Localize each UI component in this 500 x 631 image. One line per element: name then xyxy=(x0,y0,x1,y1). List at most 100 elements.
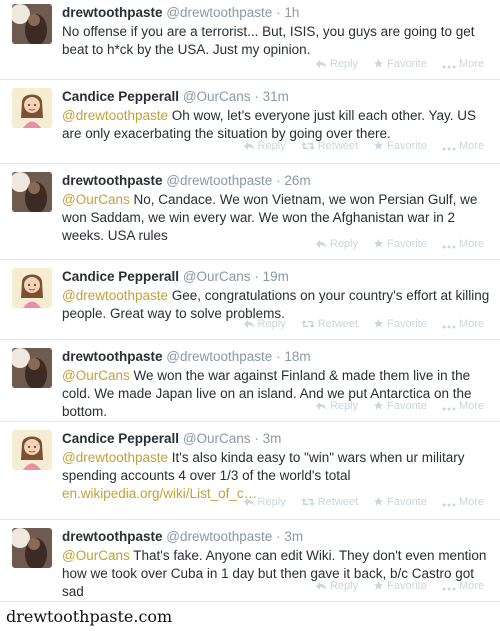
user-handle[interactable]: @OurCans xyxy=(183,269,251,284)
user-handle[interactable]: @drewtoothpaste xyxy=(166,173,272,188)
reply-label: Reply xyxy=(257,140,286,152)
timestamp[interactable]: 31m xyxy=(263,89,289,104)
mention-link[interactable]: @drewtoothpaste xyxy=(62,108,168,123)
avatar-ourcans[interactable] xyxy=(12,88,52,128)
reply-icon xyxy=(315,582,326,590)
tweet: drewtoothpaste @drewtoothpaste · 3m @Our… xyxy=(0,520,500,602)
avatar-drewtoothpaste[interactable] xyxy=(12,348,52,388)
reply-button[interactable]: Reply xyxy=(243,140,286,152)
timestamp[interactable]: 26m xyxy=(284,173,310,188)
user-handle[interactable]: @drewtoothpaste xyxy=(166,5,272,20)
reply-button[interactable]: Reply xyxy=(243,318,286,330)
favorite-label: Favorite xyxy=(387,580,427,592)
reply-button[interactable]: Reply xyxy=(315,238,358,250)
mention-link[interactable]: @drewtoothpaste xyxy=(62,450,168,465)
display-name[interactable]: drewtoothpaste xyxy=(62,529,163,544)
retweet-label: Retweet xyxy=(317,496,359,508)
reply-icon xyxy=(315,60,326,68)
favorite-label: Favorite xyxy=(387,140,427,152)
favorite-label: Favorite xyxy=(387,238,427,250)
reply-label: Reply xyxy=(257,496,286,508)
display-name[interactable]: Candice Pepperall xyxy=(62,431,179,446)
mention-link[interactable]: @OurCans xyxy=(62,368,130,383)
user-handle[interactable]: @drewtoothpaste xyxy=(166,529,272,544)
mention-link[interactable]: @OurCans xyxy=(62,548,130,563)
more-button[interactable]: More xyxy=(442,318,484,330)
avatar-drewtoothpaste[interactable] xyxy=(12,4,52,44)
timestamp[interactable]: 19m xyxy=(263,269,289,284)
reply-button[interactable]: Reply xyxy=(315,58,358,70)
tweet-header: Candice Pepperall @OurCans · 31m xyxy=(62,88,492,105)
more-button[interactable]: More xyxy=(442,400,484,412)
more-dots-icon xyxy=(442,245,456,249)
tweet-header: Candice Pepperall @OurCans · 3m xyxy=(62,430,492,447)
reply-button[interactable]: Reply xyxy=(315,400,358,412)
tweet-content: drewtoothpaste @drewtoothpaste · 1h No o… xyxy=(62,4,492,59)
tweet-header: Candice Pepperall @OurCans · 19m xyxy=(62,268,492,285)
site-watermark: drewtoothpaste.com xyxy=(6,607,173,626)
user-handle[interactable]: @OurCans xyxy=(183,89,251,104)
star-icon xyxy=(374,58,384,68)
favorite-button[interactable]: Favorite xyxy=(373,58,427,70)
more-label: More xyxy=(458,318,484,330)
retweet-button[interactable]: Retweet xyxy=(300,318,358,330)
favorite-button[interactable]: Favorite xyxy=(373,400,427,412)
more-button[interactable]: More xyxy=(442,58,484,70)
avatar-ourcans[interactable] xyxy=(12,430,52,470)
user-handle[interactable]: @drewtoothpaste xyxy=(166,349,272,364)
reply-icon xyxy=(315,240,326,248)
display-name[interactable]: Candice Pepperall xyxy=(62,89,179,104)
more-dots-icon xyxy=(442,503,456,507)
timestamp[interactable]: 18m xyxy=(284,349,310,364)
retweet-button[interactable]: Retweet xyxy=(300,496,359,508)
tweet-actions: Reply Favorite More xyxy=(303,580,484,592)
avatar-ourcans[interactable] xyxy=(12,268,52,308)
favorite-button[interactable]: Favorite xyxy=(373,238,427,250)
retweet-icon xyxy=(300,320,315,328)
separator-dot: · xyxy=(276,173,281,188)
more-button[interactable]: More xyxy=(442,496,484,508)
more-label: More xyxy=(458,140,484,152)
star-icon xyxy=(374,238,384,248)
tweet-text: @drewtoothpaste Oh wow, let's everyone j… xyxy=(62,107,492,143)
more-button[interactable]: More xyxy=(442,580,484,592)
favorite-button[interactable]: Favorite xyxy=(373,580,427,592)
separator-dot: · xyxy=(254,269,259,284)
reply-button[interactable]: Reply xyxy=(243,496,286,508)
retweet-icon xyxy=(300,142,315,150)
mention-link[interactable]: @drewtoothpaste xyxy=(62,288,168,303)
favorite-label: Favorite xyxy=(387,318,427,330)
avatar-drewtoothpaste[interactable] xyxy=(12,172,52,212)
favorite-label: Favorite xyxy=(387,58,427,70)
reply-label: Reply xyxy=(329,400,359,412)
avatar-drewtoothpaste[interactable] xyxy=(12,528,52,568)
more-dots-icon xyxy=(442,325,456,329)
more-dots-icon xyxy=(442,587,456,591)
display-name[interactable]: Candice Pepperall xyxy=(62,269,179,284)
reply-icon xyxy=(315,402,326,410)
timestamp[interactable]: 1h xyxy=(284,5,299,20)
reply-icon xyxy=(243,320,254,328)
favorite-button[interactable]: Favorite xyxy=(373,140,427,152)
favorite-button[interactable]: Favorite xyxy=(373,318,427,330)
timestamp[interactable]: 3m xyxy=(263,431,282,446)
retweet-label: Retweet xyxy=(317,140,359,152)
more-button[interactable]: More xyxy=(442,238,484,250)
tweet: drewtoothpaste @drewtoothpaste · 26m @Ou… xyxy=(0,164,500,260)
separator-dot: · xyxy=(254,89,259,104)
separator-dot: · xyxy=(254,431,259,446)
favorite-label: Favorite xyxy=(387,496,427,508)
display-name[interactable]: drewtoothpaste xyxy=(62,173,163,188)
more-button[interactable]: More xyxy=(442,140,484,152)
user-handle[interactable]: @OurCans xyxy=(183,431,251,446)
star-icon xyxy=(374,140,384,150)
favorite-button[interactable]: Favorite xyxy=(373,496,427,508)
reply-label: Reply xyxy=(329,58,359,70)
reply-button[interactable]: Reply xyxy=(315,580,358,592)
tweet: drewtoothpaste @drewtoothpaste · 18m @Ou… xyxy=(0,340,500,422)
display-name[interactable]: drewtoothpaste xyxy=(62,349,163,364)
mention-link[interactable]: @OurCans xyxy=(62,192,130,207)
timestamp[interactable]: 3m xyxy=(284,529,303,544)
retweet-button[interactable]: Retweet xyxy=(300,140,359,152)
display-name[interactable]: drewtoothpaste xyxy=(62,5,163,20)
